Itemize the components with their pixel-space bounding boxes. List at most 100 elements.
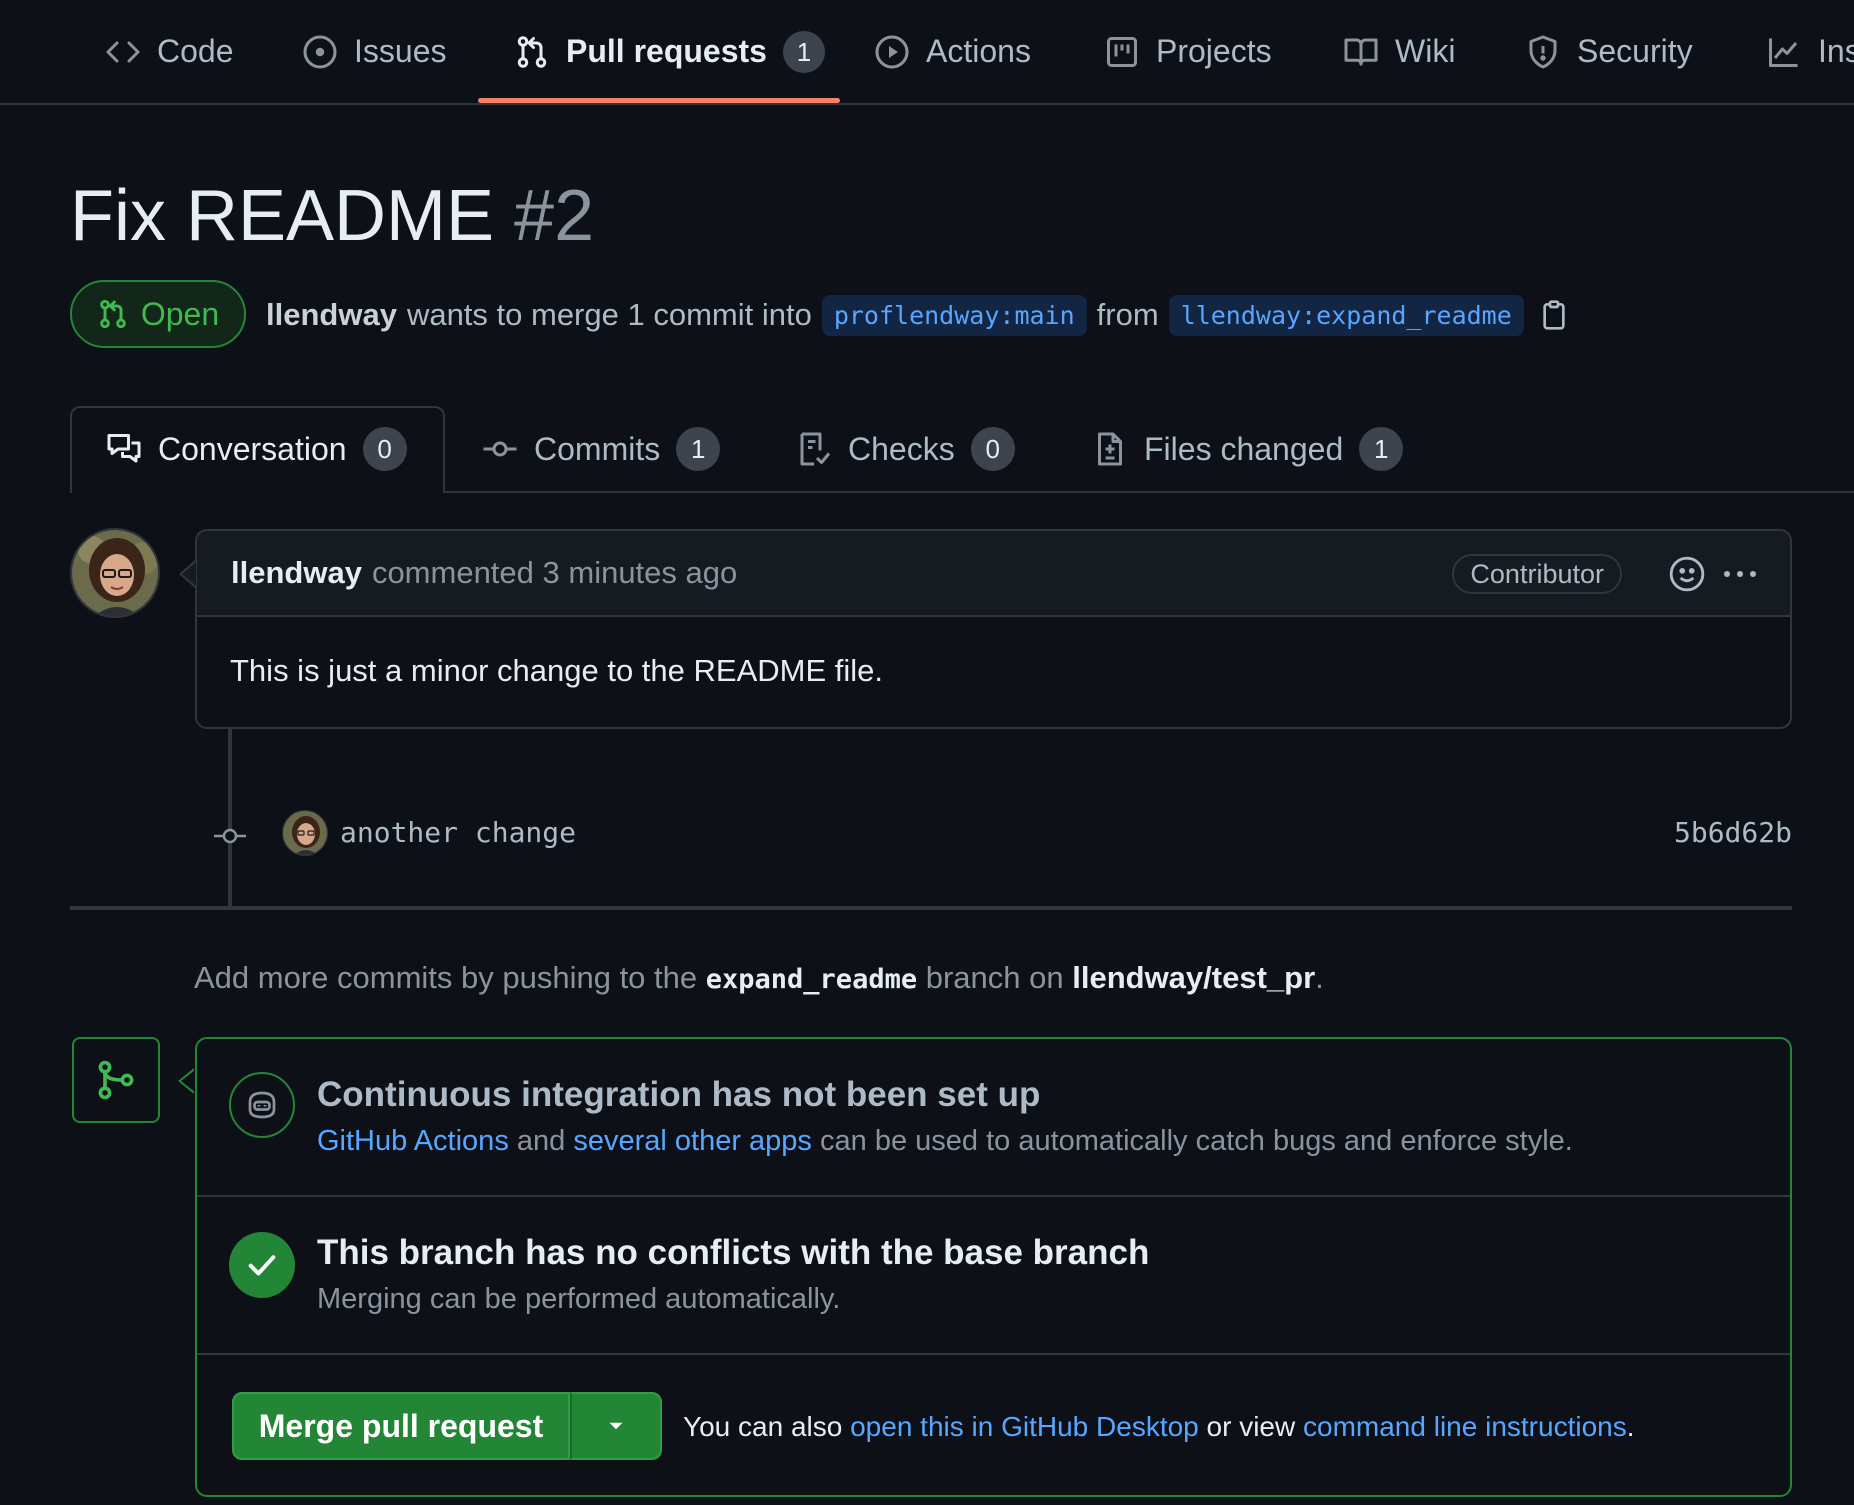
nav-code-label: Code xyxy=(157,33,234,69)
merge-status-icon xyxy=(72,1037,160,1123)
conflict-title: This branch has no conflicts with the ba… xyxy=(317,1233,1150,1272)
merge-text: wants to merge 1 commit into xyxy=(406,297,812,332)
conflict-subtitle: Merging can be performed automatically. xyxy=(317,1283,841,1315)
tab-commits-count: 1 xyxy=(676,427,721,471)
code-icon xyxy=(105,34,141,70)
active-tab-underline xyxy=(478,98,840,103)
page-title: Fix README #2 xyxy=(70,175,594,257)
merge-pull-request-button[interactable]: Merge pull request xyxy=(232,1392,570,1460)
project-icon xyxy=(1104,34,1140,70)
ci-rest: can be used to automatically catch bugs … xyxy=(820,1125,1573,1157)
push-note-branch: expand_readme xyxy=(705,964,918,995)
git-merge-icon xyxy=(94,1058,138,1102)
tab-commits[interactable]: Commits 1 xyxy=(482,406,721,492)
state-badge: Open xyxy=(70,280,246,348)
pr-title: Fix README xyxy=(70,176,495,256)
push-note-prefix: Add more commits by pushing to the xyxy=(194,960,698,995)
tab-commits-label: Commits xyxy=(534,430,661,467)
commit-sha[interactable]: 5b6d62b xyxy=(1674,816,1792,849)
git-pull-request-icon xyxy=(97,298,129,330)
nav-pull-requests[interactable]: Pull requests 1 xyxy=(514,0,825,103)
tab-checks-label: Checks xyxy=(848,430,955,467)
pr-author[interactable]: llendway xyxy=(266,297,397,333)
ci-and: and xyxy=(516,1125,566,1157)
copy-icon[interactable] xyxy=(1538,298,1570,332)
tab-checks-count: 0 xyxy=(970,427,1015,471)
nav-actions[interactable]: Actions xyxy=(874,0,1031,103)
merge-action-section: Merge pull request You can also open thi… xyxy=(197,1355,1790,1505)
merge-box-pointer-inner xyxy=(181,1070,195,1092)
tab-conversation-count: 0 xyxy=(362,427,407,471)
repo-nav: Code Issues Pull requests 1 Actions Proj… xyxy=(0,0,1854,105)
push-note-suffix: . xyxy=(1315,960,1324,995)
graph-icon xyxy=(1766,34,1802,70)
checklist-icon xyxy=(796,431,832,467)
push-note-middle: branch on xyxy=(925,960,1064,995)
nav-projects[interactable]: Projects xyxy=(1104,0,1272,103)
from-text: from xyxy=(1096,297,1159,332)
ci-section: Continuous integration has not been set … xyxy=(197,1039,1790,1197)
git-commit-icon xyxy=(212,818,248,854)
copilot-icon xyxy=(229,1072,295,1138)
commit-message[interactable]: another change xyxy=(340,816,576,849)
smiley-icon[interactable] xyxy=(1668,555,1706,593)
state-label: Open xyxy=(140,295,220,332)
nav-code[interactable]: Code xyxy=(105,0,234,103)
comment-timestamp[interactable]: commented 3 minutes ago xyxy=(372,555,737,591)
file-diff-icon xyxy=(1092,431,1128,467)
tab-checks[interactable]: Checks 0 xyxy=(796,406,1015,492)
comment-box: llendway commented 3 minutes ago Contrib… xyxy=(195,529,1792,729)
head-branch[interactable]: llendway:expand_readme xyxy=(1168,294,1524,336)
github-actions-link[interactable]: GitHub Actions xyxy=(317,1125,509,1157)
ci-title: Continuous integration has not been set … xyxy=(317,1075,1041,1114)
nav-projects-label: Projects xyxy=(1156,33,1272,69)
avatar[interactable] xyxy=(70,528,160,618)
push-note: Add more commits by pushing to the expan… xyxy=(194,960,1324,996)
commit-author-avatar[interactable] xyxy=(282,810,328,856)
nav-issues-label: Issues xyxy=(354,33,447,69)
tab-files-changed-label: Files changed xyxy=(1144,430,1344,467)
tab-conversation-label: Conversation xyxy=(158,430,347,467)
kebab-horizontal-icon[interactable] xyxy=(1720,559,1760,589)
push-note-repo[interactable]: llendway/test_pr xyxy=(1072,960,1315,995)
merge-method-dropdown[interactable] xyxy=(570,1392,662,1460)
triangle-down-icon xyxy=(603,1413,629,1439)
timeline-separator xyxy=(70,906,1792,910)
merge-alternatives: You can also open this in GitHub Desktop… xyxy=(683,1411,1635,1443)
comment-discussion-icon xyxy=(106,431,142,467)
pr-number: #2 xyxy=(514,176,595,256)
nav-pull-requests-label: Pull requests xyxy=(566,33,767,69)
github-desktop-link[interactable]: open this in GitHub Desktop xyxy=(850,1411,1199,1442)
play-icon xyxy=(874,34,910,70)
book-icon xyxy=(1343,34,1379,70)
nav-insights[interactable]: Ins xyxy=(1766,0,1854,103)
nav-issues[interactable]: Issues xyxy=(302,0,446,103)
merge-box: Continuous integration has not been set … xyxy=(195,1037,1792,1497)
check-icon xyxy=(229,1232,295,1298)
shield-icon xyxy=(1525,34,1561,70)
base-branch[interactable]: proflendway:main xyxy=(821,294,1087,336)
git-pull-request-icon xyxy=(514,34,550,70)
conflict-section: This branch has no conflicts with the ba… xyxy=(197,1197,1790,1355)
pr-meta: llendway wants to merge 1 commit into pr… xyxy=(266,290,1570,340)
command-line-link[interactable]: command line instructions xyxy=(1303,1411,1627,1442)
nav-security-label: Security xyxy=(1577,33,1693,69)
nav-insights-label: Ins xyxy=(1818,33,1854,69)
comment-header: llendway commented 3 minutes ago Contrib… xyxy=(197,531,1790,617)
tab-files-changed[interactable]: Files changed 1 xyxy=(1092,406,1404,492)
alt-prefix: You can also xyxy=(683,1411,843,1442)
pull-requests-count: 1 xyxy=(782,30,825,73)
ci-subtitle: GitHub Actions and several other apps ca… xyxy=(317,1125,1573,1158)
comment-body: This is just a minor change to the READM… xyxy=(230,653,883,688)
nav-wiki-label: Wiki xyxy=(1395,33,1456,69)
tab-files-changed-count: 1 xyxy=(1359,427,1404,471)
other-apps-link[interactable]: several other apps xyxy=(573,1125,812,1157)
nav-security[interactable]: Security xyxy=(1525,0,1693,103)
tab-conversation[interactable]: Conversation 0 xyxy=(106,406,407,492)
comment-author[interactable]: llendway xyxy=(231,555,362,591)
alt-suffix: . xyxy=(1626,1411,1635,1442)
contributor-badge: Contributor xyxy=(1452,554,1622,594)
nav-wiki[interactable]: Wiki xyxy=(1343,0,1455,103)
git-commit-icon xyxy=(482,431,518,467)
alt-middle: or view xyxy=(1206,1411,1296,1442)
